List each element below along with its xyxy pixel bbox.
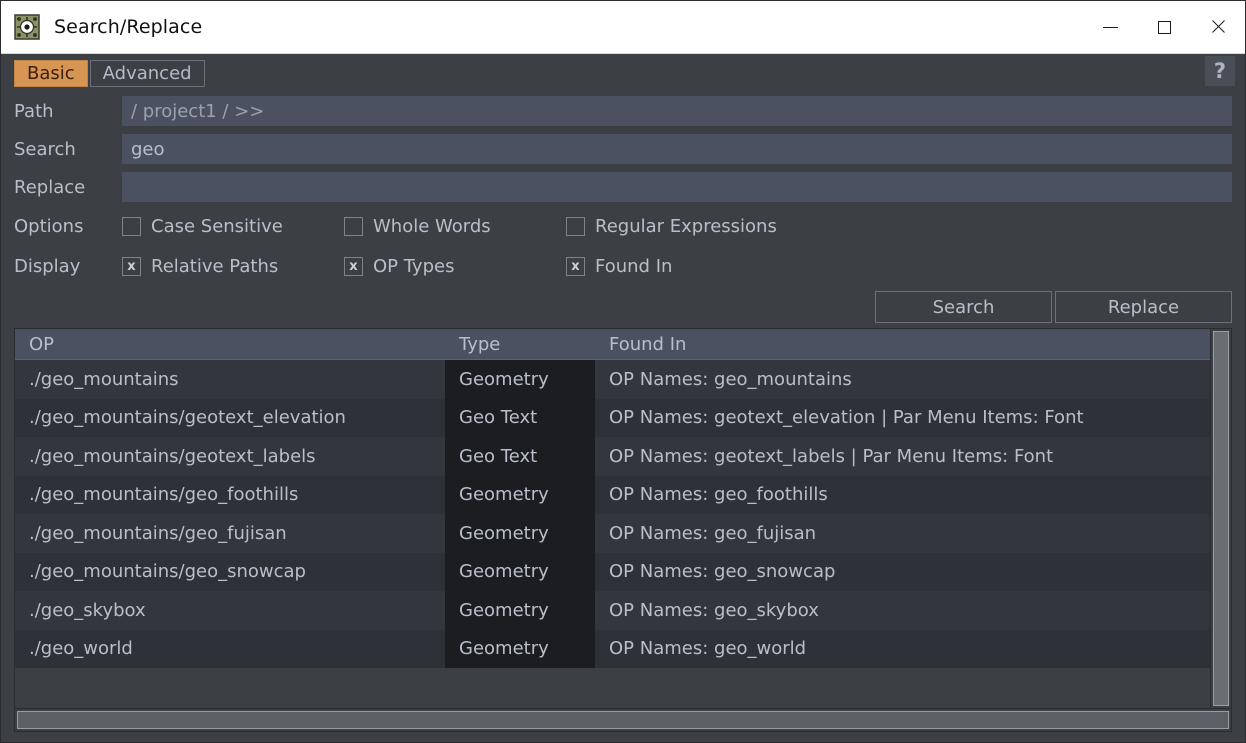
display-row: Display x Relative Paths x OP Types x Fo…	[14, 246, 1232, 286]
checkbox-whole-words[interactable]: Whole Words	[344, 216, 491, 237]
maximize-button[interactable]	[1137, 1, 1191, 54]
search-button[interactable]: Search	[875, 291, 1052, 323]
window-controls	[1083, 1, 1245, 54]
maximize-icon	[1157, 20, 1171, 34]
options-label: Options	[14, 215, 84, 237]
cell-type: Geometry	[445, 360, 595, 399]
path-label: Path	[14, 100, 54, 122]
options-row: Options Case Sensitive Whole Words Regul…	[14, 206, 1232, 246]
search-replace-window: Search/Replace Basic Advanced ? Path / p…	[0, 0, 1246, 743]
action-button-row: Search Replace	[1, 286, 1245, 328]
tab-advanced[interactable]: Advanced	[89, 59, 205, 87]
cell-type: Geometry	[445, 514, 595, 553]
cell-found-in: OP Names: geo_foothills	[609, 484, 828, 506]
checkbox-relative-paths[interactable]: x Relative Paths	[122, 256, 278, 277]
cell-type: Geometry	[445, 475, 595, 514]
table-row[interactable]: ./geo_skybox Geometry OP Names: geo_skybox	[15, 591, 1210, 630]
table-filler	[15, 668, 1210, 686]
window-title: Search/Replace	[54, 16, 203, 38]
column-header-type[interactable]: Type	[445, 334, 595, 355]
column-header-found-in[interactable]: Found In	[595, 334, 1210, 355]
checkbox-found-in-label: Found In	[595, 255, 673, 277]
checkbox-case-sensitive-label: Case Sensitive	[151, 215, 283, 237]
table-row[interactable]: ./geo_mountains/geotext_labels Geo Text OP…	[15, 437, 1210, 476]
title-bar: Search/Replace	[1, 1, 1245, 54]
table-scroll-area: OP Type Found In ./geo_mountains Geometry…	[15, 329, 1231, 708]
cell-op: ./geo_mountains/geo_snowcap	[29, 561, 306, 583]
checkbox-regular-expressions-label: Regular Expressions	[595, 215, 777, 237]
checkbox-op-types[interactable]: x OP Types	[344, 256, 454, 277]
table-row[interactable]: ./geo_mountains Geometry OP Names: geo_mou…	[15, 360, 1210, 399]
cell-op: ./geo_skybox	[29, 599, 146, 621]
table-main: OP Type Found In ./geo_mountains Geometry…	[15, 329, 1210, 708]
cell-op: ./geo_mountains/geo_foothills	[29, 484, 299, 506]
checkbox-regular-expressions[interactable]: Regular Expressions	[566, 216, 777, 237]
checkbox-whole-words-label: Whole Words	[373, 215, 491, 237]
checkbox-case-sensitive[interactable]: Case Sensitive	[122, 216, 283, 237]
display-label: Display	[14, 255, 81, 277]
horizontal-scrollbar[interactable]	[15, 708, 1231, 731]
cell-type: Geometry	[445, 629, 595, 668]
cell-type: Geometry	[445, 552, 595, 591]
table-row[interactable]: ./geo_mountains/geotext_elevation Geo Tex…	[15, 398, 1210, 437]
search-row: Search geo	[14, 130, 1232, 168]
minimize-button[interactable]	[1083, 1, 1137, 54]
checkbox-case-sensitive-box	[122, 216, 141, 236]
replace-row: Replace	[14, 168, 1232, 206]
path-row: Path / project1 / >>	[14, 92, 1232, 130]
minimize-icon	[1102, 26, 1118, 28]
checkbox-relative-paths-label: Relative Paths	[151, 255, 279, 277]
horizontal-scrollbar-thumb[interactable]	[17, 711, 1229, 729]
cell-type: Geo Text	[445, 398, 595, 437]
window-bottom-padding	[1, 732, 1245, 742]
search-label: Search	[14, 138, 76, 160]
column-header-op[interactable]: OP	[15, 334, 445, 355]
replace-label: Replace	[14, 176, 86, 198]
cell-found-in: OP Names: geo_fujisan	[609, 522, 817, 544]
results-table: OP Type Found In ./geo_mountains Geometry…	[14, 328, 1232, 732]
table-row[interactable]: ./geo_world Geometry OP Names: geo_world	[15, 629, 1210, 668]
tab-advanced-label: Advanced	[102, 62, 192, 84]
table-row[interactable]: ./geo_mountains/geo_foothills Geometry OP …	[15, 475, 1210, 514]
cell-op: ./geo_mountains/geo_fujisan	[29, 522, 287, 544]
table-row[interactable]: ./geo_mountains/geo_snowcap Geometry OP Na…	[15, 552, 1210, 591]
vertical-scrollbar[interactable]	[1210, 329, 1231, 708]
checkbox-regular-expressions-box	[566, 216, 585, 236]
table-row[interactable]: ./geo_mountains/geo_fujisan Geometry OP Na…	[15, 514, 1210, 553]
table-body: ./geo_mountains Geometry OP Names: geo_mou…	[15, 360, 1210, 708]
close-button[interactable]	[1191, 1, 1245, 54]
cell-op: ./geo_mountains	[29, 368, 179, 390]
touchdesigner-app-icon	[14, 14, 40, 40]
replace-button[interactable]: Replace	[1055, 291, 1232, 323]
cell-found-in: OP Names: geotext_labels | Par Menu Item…	[609, 445, 1054, 467]
path-input[interactable]: / project1 / >>	[122, 96, 1232, 126]
search-input[interactable]: geo	[122, 134, 1232, 164]
help-button[interactable]: ?	[1205, 56, 1235, 86]
cell-type: Geometry	[445, 591, 595, 630]
checkbox-whole-words-box	[344, 216, 363, 236]
replace-input[interactable]	[122, 172, 1232, 202]
cell-type: Geo Text	[445, 437, 595, 476]
cell-found-in: OP Names: geo_world	[609, 638, 807, 660]
cell-found-in: OP Names: geotext_elevation | Par Menu I…	[609, 407, 1084, 429]
cell-op: ./geo_mountains/geotext_elevation	[29, 407, 346, 429]
checkbox-found-in-box: x	[566, 256, 585, 276]
close-icon	[1210, 19, 1226, 35]
question-mark-icon: ?	[1213, 59, 1227, 83]
vertical-scrollbar-thumb[interactable]	[1213, 331, 1229, 706]
tab-basic[interactable]: Basic	[14, 59, 88, 87]
checkbox-relative-paths-box: x	[122, 256, 141, 276]
cell-found-in: OP Names: geo_snowcap	[609, 561, 836, 583]
cell-op: ./geo_mountains/geotext_labels	[29, 445, 316, 467]
table-header-row: OP Type Found In	[15, 329, 1210, 360]
cell-found-in: OP Names: geo_mountains	[609, 368, 852, 390]
checkbox-op-types-label: OP Types	[373, 255, 455, 277]
cell-found-in: OP Names: geo_skybox	[609, 599, 819, 621]
tab-bar: Basic Advanced ?	[1, 54, 1245, 92]
checkbox-found-in[interactable]: x Found In	[566, 256, 672, 277]
tab-basic-label: Basic	[27, 62, 75, 84]
cell-op: ./geo_world	[29, 638, 133, 660]
search-form: Path / project1 / >> Search geo Replace …	[1, 92, 1245, 286]
checkbox-op-types-box: x	[344, 256, 363, 276]
